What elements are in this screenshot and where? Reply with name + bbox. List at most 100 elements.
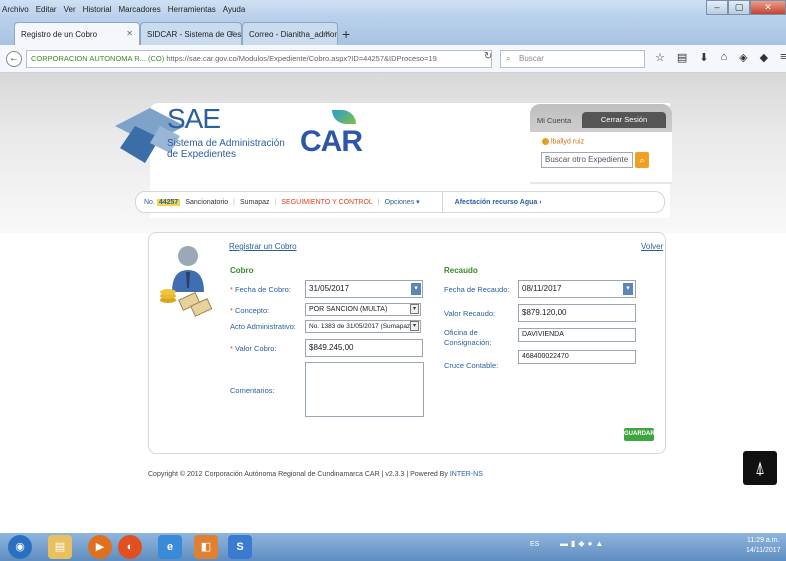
fecha-cobro-label: * Fecha de Cobro:: [230, 285, 291, 294]
calendar-icon[interactable]: ▾: [411, 283, 421, 295]
skype-icon[interactable]: S: [228, 535, 252, 559]
maximize-button[interactable]: ▢: [728, 0, 750, 15]
afectacion-link[interactable]: Afectación recurso Agua ›: [455, 199, 542, 206]
menu-archivo[interactable]: Archivo: [2, 5, 29, 14]
file-explorer-icon[interactable]: ▤: [48, 535, 72, 559]
expediente-number: 44257: [156, 198, 181, 206]
acto-label: Acto Administrativo:: [230, 322, 296, 331]
office-icon[interactable]: ◧: [194, 535, 218, 559]
powered-by-link[interactable]: INTER-NS: [450, 471, 483, 478]
close-tab-icon[interactable]: ✕: [324, 29, 331, 38]
menu-editar[interactable]: Editar: [36, 5, 57, 14]
volver-link[interactable]: Volver: [641, 242, 663, 251]
sae-subtitle-line2: de Expedientes: [167, 149, 236, 160]
comentarios-textarea[interactable]: [305, 362, 424, 417]
separator: |: [377, 198, 380, 206]
mi-cuenta-link[interactable]: Mi Cuenta: [537, 116, 571, 125]
close-tab-icon[interactable]: ✕: [228, 29, 235, 38]
breadcrumb-sancionatorio: Sancionatorio: [185, 198, 229, 206]
cruce-input[interactable]: 468400022470: [518, 350, 636, 364]
fecha-recaudo-input[interactable]: 08/11/2017: [518, 280, 636, 298]
download-icon[interactable]: ⬇: [699, 51, 708, 64]
internet-explorer-icon[interactable]: e: [158, 535, 182, 559]
concepto-label: * Concepto:: [230, 306, 270, 315]
valor-recaudo-input[interactable]: $879.120,00: [518, 304, 636, 322]
firefox-icon[interactable]: ◐: [118, 535, 142, 559]
comentarios-label: Comentarios:: [230, 386, 275, 395]
opciones-dropdown[interactable]: Opciones ▾: [385, 198, 420, 206]
search-icon: ⌕: [506, 54, 511, 63]
close-tab-icon[interactable]: ✕: [126, 29, 133, 38]
toolbar-icons: ☆ ▤ ⬇ ⌂ ◈ ◆ ≡: [655, 51, 786, 64]
concepto-select[interactable]: POR SANCION (MULTA): [305, 303, 421, 316]
url-text: https://sae.car.gov.co/Modulos/Expedient…: [166, 54, 437, 63]
tray-app-icon[interactable]: ▬: [560, 539, 568, 548]
clock[interactable]: 11:29 a.m. 14/11/2017: [746, 536, 781, 556]
cruce-label: Cruce Contable:: [444, 361, 499, 370]
tab-correo[interactable]: Correo - Dianitha_admon@... ✕: [242, 22, 338, 45]
tab-sidcar[interactable]: SIDCAR - Sistema de Gestión Do... ✕: [140, 22, 242, 45]
sae-subtitle: Sistema de Administración de Expedientes: [167, 138, 285, 160]
clock-date: 14/11/2017: [746, 547, 781, 554]
start-button-icon[interactable]: ◉: [8, 535, 32, 559]
chevron-down-icon[interactable]: ▾: [410, 304, 419, 314]
menu-icon[interactable]: ≡: [780, 51, 786, 64]
minimize-button[interactable]: –: [706, 0, 728, 15]
page-title[interactable]: Registrar un Cobro: [229, 242, 297, 251]
menu-marcadores[interactable]: Marcadores: [119, 5, 161, 14]
expediente-search-input[interactable]: Buscar otro Expediente: [541, 152, 633, 168]
search-placeholder: Buscar: [519, 54, 544, 63]
chevron-down-icon[interactable]: ▾: [410, 321, 419, 331]
oficina-label: Oficina de Consignación:: [444, 328, 492, 348]
site-identity: CORPORACION AUTONOMA R... (CO): [31, 54, 165, 63]
oficina-label-line2: Consignación:: [444, 338, 492, 347]
menu-historial[interactable]: Historial: [83, 5, 112, 14]
oficina-input[interactable]: DAVIVIENDA: [518, 328, 636, 342]
window-controls: – ▢ ✕: [706, 0, 786, 15]
afectacion-label: Afectación recurso Agua: [454, 198, 538, 206]
back-arrow-icon[interactable]: ←: [6, 51, 22, 67]
status-badge: SEGUIMIENTO Y CONTROL: [281, 198, 373, 206]
fecha-recaudo-label: Fecha de Recaudo:: [444, 285, 510, 294]
search-button-icon[interactable]: ⌕: [635, 152, 649, 168]
menu-herramientas[interactable]: Herramientas: [168, 5, 216, 14]
sae-title: SAE: [167, 103, 221, 134]
guardar-button[interactable]: GUARDAR: [624, 428, 655, 441]
menu-ayuda[interactable]: Ayuda: [223, 5, 246, 14]
windows-taskbar: ◉ ▤ ▶ ◐ e ◧ S ES ▬ ▮ ◆ ● ▲ 11:29 a.m. 14…: [0, 533, 786, 561]
clock-time: 11:29 a.m.: [746, 537, 780, 544]
bookmark-star-icon[interactable]: ☆: [655, 51, 665, 64]
car-logo: CAR: [300, 125, 363, 158]
close-window-button[interactable]: ✕: [750, 0, 786, 15]
footer: Copyright © 2012 Corporación Autónoma Re…: [148, 471, 483, 478]
calendar-icon[interactable]: ▾: [623, 283, 633, 295]
home-icon[interactable]: ⌂: [721, 51, 728, 64]
sae-subtitle-line1: Sistema de Administración: [167, 138, 285, 149]
cobro-section-title: Cobro: [230, 266, 254, 275]
url-bar[interactable]: CORPORACION AUTONOMA R... (CO) https://s…: [26, 50, 492, 68]
user-label: lballyd ruiz: [551, 138, 585, 146]
media-player-icon[interactable]: ▶: [88, 535, 112, 559]
accessibility-icon[interactable]: ⍋: [743, 451, 777, 485]
acto-select[interactable]: No. 1383 de 31/05/2017 (Sumapaz): [305, 320, 421, 333]
tab-registro-cobro[interactable]: Registro de un Cobro ✕: [14, 22, 140, 45]
fecha-cobro-input[interactable]: 31/05/2017: [305, 280, 423, 298]
volume-icon[interactable]: ◆: [578, 539, 584, 548]
browser-search-input[interactable]: ⌕ Buscar: [500, 50, 645, 68]
valor-cobro-label-text: Valor Cobro:: [235, 344, 277, 353]
recaudo-section-title: Recaudo: [444, 266, 478, 275]
valor-cobro-input[interactable]: $849.245,00: [305, 339, 423, 357]
menu-ver[interactable]: Ver: [64, 5, 76, 14]
new-tab-icon[interactable]: +: [342, 26, 350, 42]
pocket-icon[interactable]: ◈: [739, 51, 747, 64]
notification-icon[interactable]: ▲: [595, 539, 603, 548]
reading-list-icon[interactable]: ▤: [677, 51, 687, 64]
reload-icon[interactable]: ↻: [484, 51, 492, 62]
oficina-label-line1: Oficina de: [444, 328, 478, 337]
cerrar-sesion-button[interactable]: Cerrar Sesión: [582, 112, 666, 128]
battery-icon[interactable]: ●: [588, 539, 593, 548]
network-icon[interactable]: ▮: [571, 539, 575, 548]
tab-label: Registro de un Cobro: [21, 29, 98, 39]
extension-icon[interactable]: ◆: [760, 51, 768, 64]
language-indicator[interactable]: ES: [530, 541, 539, 548]
